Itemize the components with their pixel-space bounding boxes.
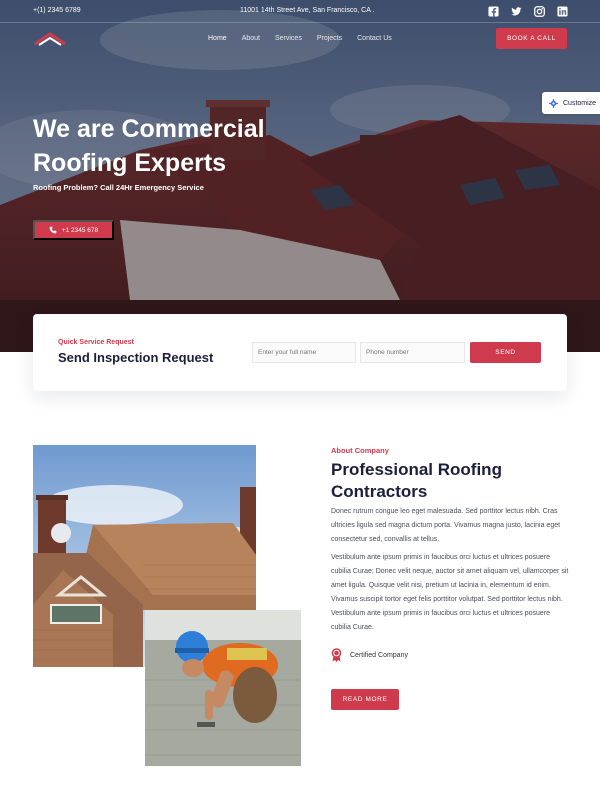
inspection-title: Send Inspection Request [58,350,214,365]
nav-item-about[interactable]: About [242,35,260,42]
hero-subtitle: Roofing Problem? Call 24Hr Emergency Ser… [33,183,204,192]
read-more-button[interactable]: READ MORE [331,689,399,710]
nav-item-contact[interactable]: Contact Us [357,35,392,42]
about-paragraph-2: Vestibulum ante ipsum primis in faucibus… [331,554,569,631]
nav-item-projects[interactable]: Projects [317,35,342,42]
nav-item-home[interactable]: Home [208,35,227,42]
about-paragraph-1: Donec rutrum congue leo eget malesuada. … [331,508,561,543]
about-kicker: About Company [331,446,389,455]
full-name-input[interactable] [252,342,356,363]
certified-company: Certified Company [331,648,408,662]
facebook-icon[interactable] [488,6,499,17]
inspection-request-card: Quick Service Request Send Inspection Re… [33,314,567,391]
call-phone-button[interactable]: +1 2345 678 [33,220,114,240]
inspection-kicker: Quick Service Request [58,339,134,346]
social-links [488,6,568,17]
instagram-icon[interactable] [534,6,545,17]
linkedin-icon[interactable] [557,6,568,17]
book-call-button[interactable]: BOOK A CALL [496,28,567,49]
top-address: 11001 14th Street Ave, San Francisco, CA… [240,7,375,14]
phone-icon [49,226,57,234]
roof-logo-icon[interactable] [33,29,67,49]
certified-label: Certified Company [350,651,408,659]
phone-number-input[interactable] [360,342,465,363]
call-phone-label: +1 2345 678 [61,226,99,234]
about-title: Professional Roofing Contractors [331,460,502,501]
customize-label: Customize [563,99,597,107]
nav-item-services[interactable]: Services [275,35,302,42]
hero-title: We are Commercial Roofing Experts [33,115,265,177]
nav-menu: Home About Services Projects Contact Us [208,35,392,42]
top-phone[interactable]: +(1) 2345 6789 [33,7,81,14]
roofer-worker-photo [145,610,301,766]
main-navigation: Home About Services Projects Contact Us … [0,24,600,54]
send-button[interactable]: SEND [470,342,541,363]
award-badge-icon [331,648,342,662]
customize-tab[interactable]: Customize [542,92,600,114]
twitter-icon[interactable] [511,6,522,17]
customize-gear-icon [549,98,558,108]
top-bar: +(1) 2345 6789 11001 14th Street Ave, Sa… [0,0,600,23]
hero-section: +(1) 2345 6789 11001 14th Street Ave, Sa… [0,0,600,352]
